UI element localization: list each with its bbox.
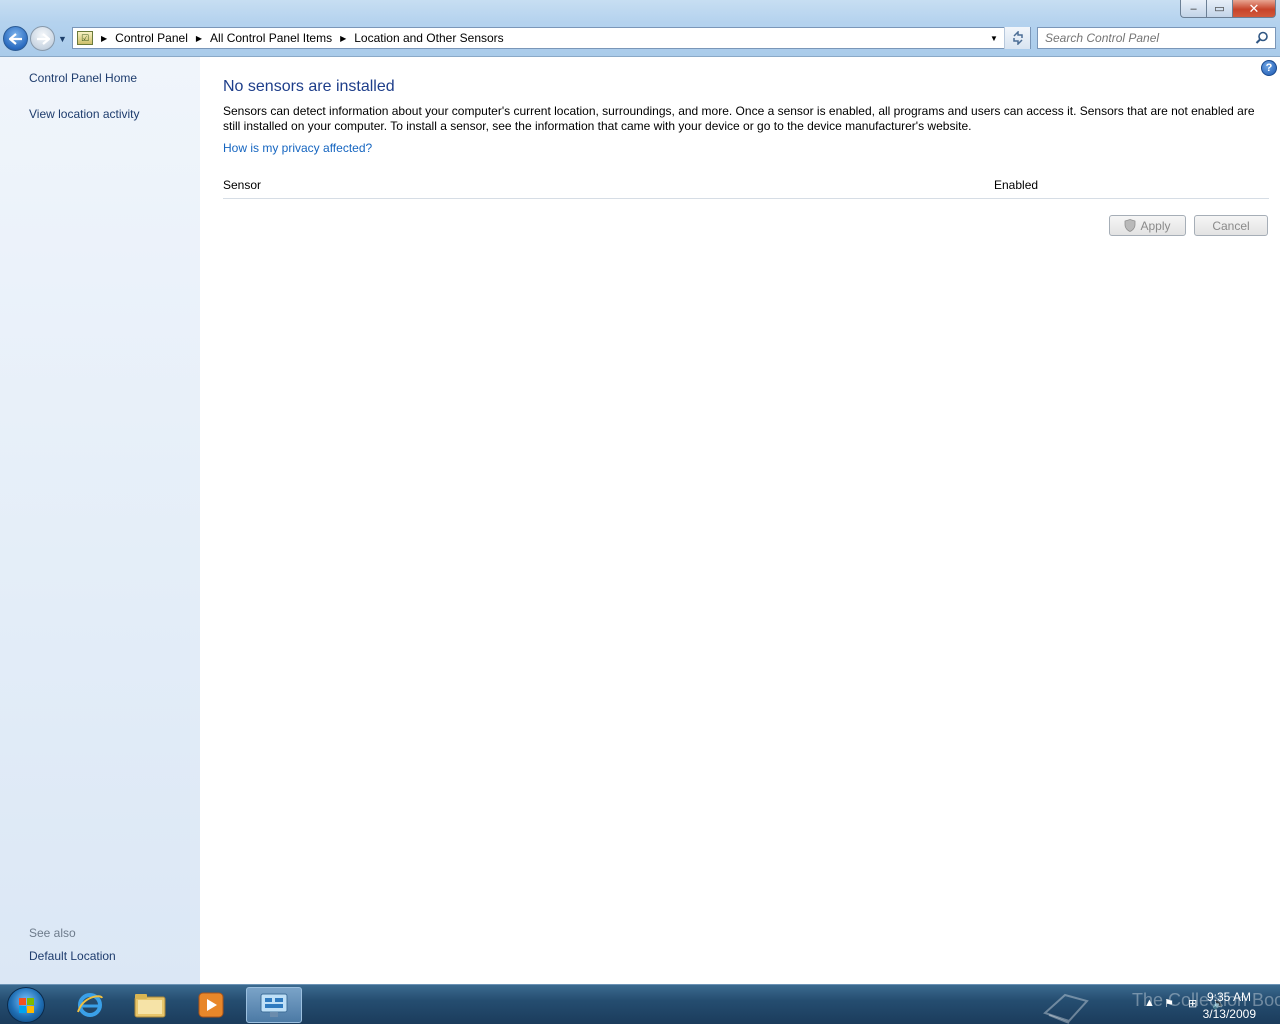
forward-button[interactable] xyxy=(30,26,55,51)
arrow-left-icon xyxy=(8,32,22,45)
page-description: Sensors can detect information about you… xyxy=(223,104,1255,133)
action-center-flag-icon[interactable]: ⚑ xyxy=(1164,997,1178,1011)
breadcrumb-all-items[interactable]: All Control Panel Items xyxy=(210,31,332,45)
control-panel-icon: ☑ xyxy=(77,31,93,45)
address-dropdown-icon[interactable]: ▼ xyxy=(987,28,1001,48)
cancel-button-label: Cancel xyxy=(1212,218,1250,233)
show-hidden-icons-icon[interactable]: ▲ xyxy=(1144,997,1158,1011)
address-bar[interactable]: ☑ ▶ Control Panel ▶ All Control Panel It… xyxy=(72,27,1031,49)
refresh-icon xyxy=(1012,31,1023,45)
breadcrumb-location-sensors[interactable]: Location and Other Sensors xyxy=(354,31,503,45)
apply-button-label: Apply xyxy=(1140,218,1171,233)
back-button[interactable] xyxy=(3,26,28,51)
help-icon[interactable]: ? xyxy=(1261,60,1277,76)
cancel-button[interactable]: Cancel xyxy=(1194,215,1268,236)
main-content: ? No sensors are installed Sensors can d… xyxy=(200,57,1280,984)
arrow-right-icon xyxy=(36,32,50,45)
apply-button[interactable]: Apply xyxy=(1109,215,1186,236)
control-panel-icon xyxy=(260,993,288,1017)
chevron-right-icon[interactable]: ▶ xyxy=(196,34,202,43)
windows-logo-icon xyxy=(19,998,34,1013)
close-button[interactable]: ✕ xyxy=(1232,0,1276,18)
page-title: No sensors are installed xyxy=(223,78,395,95)
minimize-button[interactable]: – xyxy=(1180,0,1206,18)
window-controls: – ▭ ✕ xyxy=(1180,0,1276,18)
system-tray: The Collection Book ▲ ⚑ ⊞ 🔈 9:35 AM 3/13… xyxy=(1040,985,1280,1024)
book-logo-icon xyxy=(1043,993,1089,1024)
internet-explorer-icon xyxy=(77,993,103,1017)
view-location-activity-link[interactable]: View location activity xyxy=(29,107,140,121)
taskbar: The Collection Book ▲ ⚑ ⊞ 🔈 9:35 AM 3/13… xyxy=(0,984,1280,1024)
recent-pages-dropdown[interactable]: ▼ xyxy=(58,34,67,44)
column-header-sensor[interactable]: Sensor xyxy=(223,178,261,192)
privacy-link[interactable]: How is my privacy affected? xyxy=(223,141,372,155)
default-location-link[interactable]: Default Location xyxy=(29,949,116,963)
clock-date[interactable]: 3/13/2009 xyxy=(1203,1007,1256,1021)
internet-explorer-taskbar-button[interactable] xyxy=(62,987,118,1023)
column-header-enabled[interactable]: Enabled xyxy=(994,178,1038,192)
chevron-right-icon[interactable]: ▶ xyxy=(340,34,346,43)
left-navigation-pane: Control Panel Home View location activit… xyxy=(0,57,200,984)
control-panel-home-link[interactable]: Control Panel Home xyxy=(29,71,137,85)
search-box[interactable] xyxy=(1037,27,1276,49)
control-panel-taskbar-button[interactable] xyxy=(246,987,302,1023)
window-frame: – ▭ ✕ ▼ ☑ ▶ Control Panel ▶ All Control … xyxy=(0,0,1280,57)
see-also-heading: See also xyxy=(29,926,76,940)
start-button[interactable] xyxy=(7,987,45,1023)
folder-icon xyxy=(134,994,166,1018)
search-icon[interactable] xyxy=(1255,31,1269,45)
refresh-button[interactable] xyxy=(1004,27,1030,49)
breadcrumb-control-panel[interactable]: Control Panel xyxy=(115,31,188,45)
shield-icon xyxy=(1125,219,1136,232)
chevron-right-icon[interactable]: ▶ xyxy=(101,34,107,43)
maximize-button[interactable]: ▭ xyxy=(1206,0,1232,18)
table-header-divider xyxy=(223,198,1269,199)
media-player-icon xyxy=(198,992,224,1018)
clock-time[interactable]: 9:35 AM xyxy=(1207,990,1251,1004)
windows-explorer-taskbar-button[interactable] xyxy=(122,987,178,1023)
network-icon[interactable]: ⊞ xyxy=(1188,997,1202,1011)
media-player-taskbar-button[interactable] xyxy=(183,987,239,1023)
search-input[interactable] xyxy=(1038,28,1248,48)
navigation-buttons: ▼ xyxy=(3,26,67,51)
